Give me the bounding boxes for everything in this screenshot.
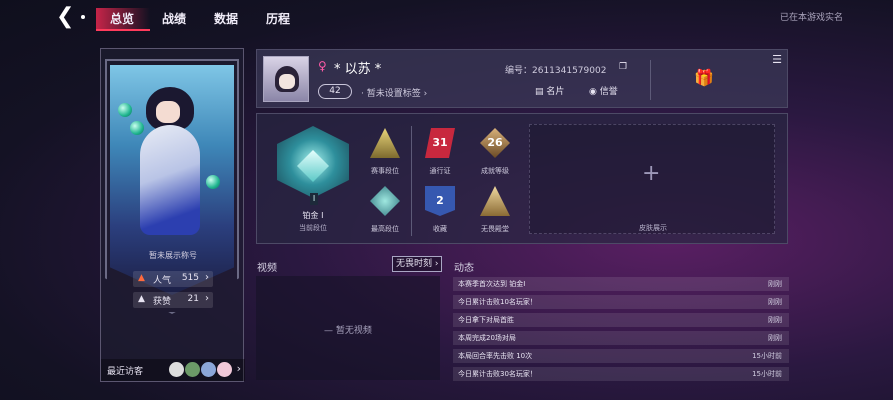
activity-time: 刚刚 xyxy=(768,298,782,306)
popularity-value: 515 xyxy=(181,273,199,283)
activity-text: 今日拿下对局首胜 xyxy=(458,316,514,324)
player-id: 编号：2611341579002 xyxy=(505,66,607,76)
video-filter-dropdown[interactable]: 无畏时刻 › xyxy=(392,256,442,272)
visitor-avatar[interactable] xyxy=(217,362,232,377)
title-slot[interactable]: 暂未展示称号 xyxy=(101,250,245,261)
list-item[interactable]: 本赛季首次达到 铂金I 刚刚 xyxy=(453,277,789,291)
hero-face xyxy=(156,101,180,123)
divider xyxy=(650,60,651,100)
list-item[interactable]: 本周完成20场对局 刚刚 xyxy=(453,331,789,345)
badge-label: 通行证 xyxy=(429,167,451,175)
visitors-label: 最近访客 xyxy=(107,367,144,377)
video-title: 视频 xyxy=(257,263,277,274)
hero-body xyxy=(140,125,200,235)
hall-of-fame-icon[interactable] xyxy=(480,186,510,216)
nickname: * 以苏 * xyxy=(334,62,382,77)
chevron-right-icon: › xyxy=(205,272,209,283)
likes-row[interactable]: ▲ 获赞 21 › xyxy=(133,292,213,308)
likes-label: 获赞 xyxy=(153,297,172,307)
skin-label: 皮肤展示 xyxy=(639,224,667,232)
list-item[interactable]: 今日累计击败10名玩家！ 刚刚 xyxy=(453,295,789,309)
tab-history[interactable]: 历程 xyxy=(266,8,290,30)
avatar-face xyxy=(279,74,295,89)
visitor-avatar[interactable] xyxy=(185,362,200,377)
highest-rank-icon[interactable] xyxy=(370,186,400,216)
visitor-avatar[interactable] xyxy=(169,362,184,377)
thumbs-up-icon: ▲ xyxy=(138,294,145,304)
badge-label: 最高段位 xyxy=(371,225,399,233)
activity-time: 15小时前 xyxy=(752,370,782,378)
activity-time: 刚刚 xyxy=(768,334,782,342)
level-badge: 42 xyxy=(318,84,352,99)
plus-icon: + xyxy=(642,161,661,186)
active-tab-indicator xyxy=(96,29,150,31)
activity-text: 本赛季首次达到 铂金I xyxy=(458,280,526,288)
flame-icon: ▲ xyxy=(138,273,145,283)
female-icon: ♀ xyxy=(318,59,327,73)
video-area: — 暂无视频 xyxy=(256,276,440,380)
list-settings-icon[interactable]: ☰ xyxy=(772,53,782,66)
hero-showcase-card: 暂未展示称号 ▲ 人气 515 › ▲ 获赞 21 › 最近访客 › xyxy=(100,48,245,382)
realname-status: 已在本游戏实名 xyxy=(779,13,843,23)
tab-record[interactable]: 战绩 xyxy=(162,8,186,30)
current-tier-label: 当前段位 xyxy=(299,224,327,232)
copy-icon[interactable]: ❐ xyxy=(619,62,627,72)
tag-text: 暂未设置标签 xyxy=(366,89,421,99)
popularity-label: 人气 xyxy=(153,276,172,286)
empty-video-text: — 暂无视频 xyxy=(324,326,372,336)
dropdown-value: 无畏时刻 xyxy=(396,259,433,269)
activity-text: 今日累计击败10名玩家！ xyxy=(458,298,537,306)
tag-label[interactable]: · 暂未设置标签 › xyxy=(361,86,427,99)
activity-time: 刚刚 xyxy=(768,316,782,324)
activity-time: 刚刚 xyxy=(768,280,782,288)
battle-pass-badge[interactable]: 31 xyxy=(425,128,455,158)
chevron-right-icon: › xyxy=(236,362,241,375)
badge-value: 31 xyxy=(432,136,448,149)
activity-title: 动态 xyxy=(454,263,474,274)
chevron-right-icon: › xyxy=(434,259,439,269)
rank-division: I xyxy=(310,193,318,205)
skin-showcase[interactable]: + 皮肤展示 xyxy=(529,124,775,234)
avatar[interactable] xyxy=(263,56,309,102)
badge-label: 收藏 xyxy=(433,225,447,233)
likes-value: 21 xyxy=(187,294,199,304)
tab-overview[interactable]: 总览 xyxy=(96,8,150,30)
tab-data[interactable]: 数据 xyxy=(214,8,238,30)
orb-icon xyxy=(206,175,220,189)
gift-icon[interactable]: 🎁 xyxy=(694,68,714,87)
chevron-right-icon: › xyxy=(205,293,209,304)
profile-panel: ♀ * 以苏 * 42 · 暂未设置标签 › 编号：2611341579002 … xyxy=(256,49,788,108)
badge-label: 无畏殿堂 xyxy=(481,225,509,233)
current-tier: 铂金 I xyxy=(302,211,324,220)
popularity-row[interactable]: ▲ 人气 515 › xyxy=(133,271,213,287)
list-item[interactable]: 本局回合率先击败 10次 15小时前 xyxy=(453,349,789,363)
visitor-avatar[interactable] xyxy=(201,362,216,377)
tournament-rank-icon[interactable] xyxy=(370,128,400,158)
divider xyxy=(411,126,412,236)
badge-label: 赛事段位 xyxy=(371,167,399,175)
activity-text: 今日累计击败30名玩家！ xyxy=(458,370,537,378)
orb-icon xyxy=(130,121,144,135)
list-item[interactable]: 今日累计击败30名玩家！ 15小时前 xyxy=(453,367,789,381)
badge-value: 26 xyxy=(487,136,503,149)
card-button[interactable]: ▤ 名片 xyxy=(535,84,564,97)
recent-visitors[interactable]: 最近访客 › xyxy=(101,359,245,381)
orb-icon xyxy=(118,103,132,117)
credit-label: 信誉 xyxy=(599,87,618,97)
collection-badge[interactable]: 2 xyxy=(425,186,455,216)
empty-video-label: 暂无视频 xyxy=(335,326,372,336)
achievement-badge[interactable]: 26 xyxy=(480,128,510,158)
activity-time: 15小时前 xyxy=(752,352,782,360)
rank-panel: I 铂金 I 当前段位 赛事段位 31 通行证 26 成就等级 最高段位 2 收… xyxy=(256,113,788,244)
card-label: 名片 xyxy=(546,87,565,97)
credit-button[interactable]: ◉ 信誉 xyxy=(589,84,618,97)
list-item[interactable]: 今日拿下对局首胜 刚刚 xyxy=(453,313,789,327)
badge-label: 成就等级 xyxy=(481,167,509,175)
activity-text: 本周完成20场对局 xyxy=(458,334,516,342)
activity-text: 本局回合率先击败 10次 xyxy=(458,352,533,360)
dot-icon xyxy=(81,15,85,19)
top-bar: ❮ 总览 战绩 数据 历程 已在本游戏实名 xyxy=(0,0,893,34)
badge-value: 2 xyxy=(436,194,444,207)
